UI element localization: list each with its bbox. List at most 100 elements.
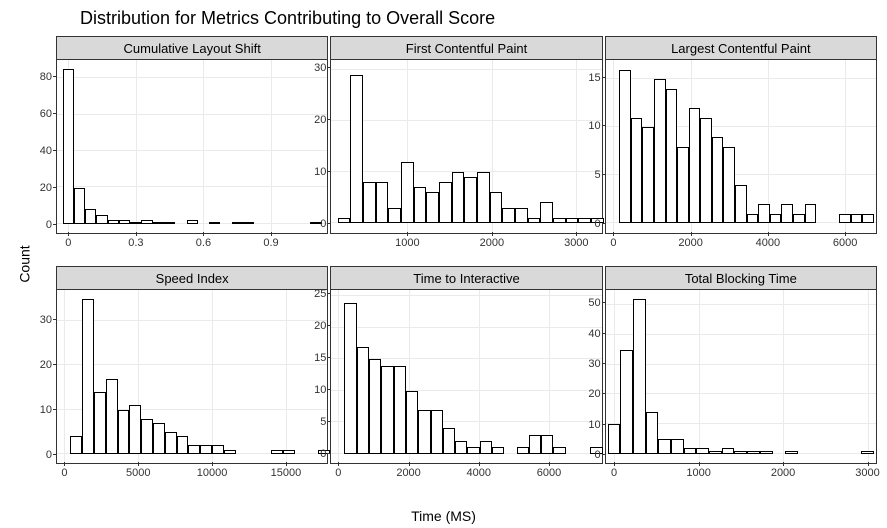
- histogram-bar: [106, 379, 118, 454]
- y-tick-label: 80: [40, 71, 52, 83]
- y-tick-label: 10: [314, 166, 326, 178]
- histogram-bar: [224, 450, 236, 454]
- histogram-bar: [212, 445, 224, 454]
- plot-area: 0100020003000: [605, 290, 877, 464]
- histogram-bar: [209, 222, 220, 224]
- y-tick-label: 40: [588, 328, 600, 340]
- histogram-bar: [480, 441, 492, 454]
- x-tick-label: 15000: [271, 467, 302, 479]
- histogram-bar: [541, 435, 553, 454]
- histogram-bar: [426, 192, 439, 223]
- y-tick-label: 5: [595, 169, 601, 181]
- histogram-bar: [805, 204, 817, 223]
- y-tick-label: 15: [314, 352, 326, 364]
- facet-strip-label: Cumulative Layout Shift: [56, 36, 328, 60]
- histogram-bar: [747, 451, 760, 454]
- x-tick-label: 2000: [480, 237, 504, 249]
- histogram-bar: [130, 222, 141, 224]
- facet-strip-label: Total Blocking Time: [605, 266, 877, 290]
- x-tick-label: 0.6: [196, 237, 211, 249]
- histogram-bar: [467, 447, 479, 453]
- histogram-bar: [153, 222, 164, 224]
- histogram-bar: [770, 214, 782, 224]
- histogram-bar: [793, 214, 805, 224]
- y-tick-label: 60: [40, 108, 52, 120]
- histogram-bar: [338, 218, 351, 223]
- y-tick-label: 0: [320, 448, 326, 460]
- x-axis-label: Time (MS): [411, 508, 476, 524]
- x-tick-label: 4000: [756, 237, 780, 249]
- facet-strip-label: Largest Contentful Paint: [605, 36, 877, 60]
- chart-title: Distribution for Metrics Contributing to…: [80, 8, 495, 29]
- x-tick-label: 3000: [564, 237, 588, 249]
- histogram-bar: [677, 147, 689, 224]
- histogram-bar: [723, 147, 735, 224]
- histogram-bar: [401, 162, 414, 223]
- histogram-bar: [418, 410, 430, 454]
- y-tick-label: 0: [320, 218, 326, 230]
- histogram-bar: [63, 69, 74, 224]
- histogram-bar: [502, 208, 515, 223]
- histogram-bar: [654, 79, 666, 223]
- histogram-bar: [388, 208, 401, 223]
- facet-panel: First Contentful Paint010203010002000300…: [330, 36, 602, 264]
- y-tick-label: 50: [588, 297, 600, 309]
- histogram-bar: [141, 220, 152, 224]
- histogram-bar: [671, 439, 684, 454]
- histogram-bar: [492, 447, 504, 453]
- histogram-bar: [608, 424, 621, 454]
- histogram-bar: [188, 445, 200, 454]
- histogram-bar: [271, 450, 283, 454]
- facet-grid: Cumulative Layout Shift02040608000.30.60…: [56, 36, 877, 494]
- histogram-bar: [684, 448, 697, 454]
- histogram-bar: [164, 222, 175, 224]
- histogram-bar: [414, 187, 427, 223]
- histogram-bar: [735, 185, 747, 223]
- y-tick-label: 20: [314, 320, 326, 332]
- y-tick-label: 40: [40, 145, 52, 157]
- y-tick-label: 0: [595, 449, 601, 461]
- histogram-bar: [760, 451, 773, 454]
- y-tick-label: 10: [314, 384, 326, 396]
- histogram-bar: [85, 209, 96, 224]
- histogram-bar: [443, 428, 455, 453]
- histogram-bar: [406, 391, 418, 454]
- histogram-bar: [529, 435, 541, 454]
- x-tick-label: 10000: [197, 467, 228, 479]
- x-tick-label: 0: [611, 467, 617, 479]
- histogram-bar: [490, 192, 503, 223]
- x-tick-label: 2000: [771, 467, 795, 479]
- x-tick-label: 0: [335, 467, 341, 479]
- histogram-bar: [851, 214, 863, 224]
- histogram-bar: [452, 172, 465, 223]
- histogram-bar: [631, 118, 643, 224]
- histogram-bar: [70, 436, 82, 454]
- histogram-bar: [177, 436, 189, 454]
- histogram-bar: [517, 447, 529, 453]
- y-tick-label: 10: [40, 404, 52, 416]
- y-tick-label: 0: [595, 218, 601, 230]
- histogram-bar: [540, 202, 553, 222]
- histogram-bar: [633, 299, 646, 454]
- plot-area: 0200040006000: [330, 290, 602, 464]
- histogram-bar: [455, 441, 467, 454]
- histogram-bar: [696, 448, 709, 454]
- x-tick-label: 0.9: [263, 237, 278, 249]
- plot-area: 100020003000: [330, 60, 602, 234]
- y-tick-label: 20: [40, 359, 52, 371]
- histogram-bar: [141, 419, 153, 454]
- histogram-bar: [96, 215, 107, 224]
- histogram-bar: [108, 220, 119, 224]
- x-tick-label: 6000: [537, 467, 561, 479]
- histogram-bar: [477, 172, 490, 223]
- facet-panel: Cumulative Layout Shift02040608000.30.60…: [56, 36, 328, 264]
- facet-panel: Time to Interactive051015202502000400060…: [330, 266, 602, 494]
- x-tick-label: 0.3: [128, 237, 143, 249]
- histogram-bar: [646, 412, 659, 454]
- facet-strip-label: First Contentful Paint: [330, 36, 602, 60]
- facet-strip-label: Speed Index: [56, 266, 328, 290]
- facet-panel: Largest Contentful Paint0510150200040006…: [605, 36, 877, 264]
- x-tick-label: 1000: [686, 467, 710, 479]
- facet-panel: Total Blocking Time010203040500100020003…: [605, 266, 877, 494]
- x-tick-label: 5000: [126, 467, 150, 479]
